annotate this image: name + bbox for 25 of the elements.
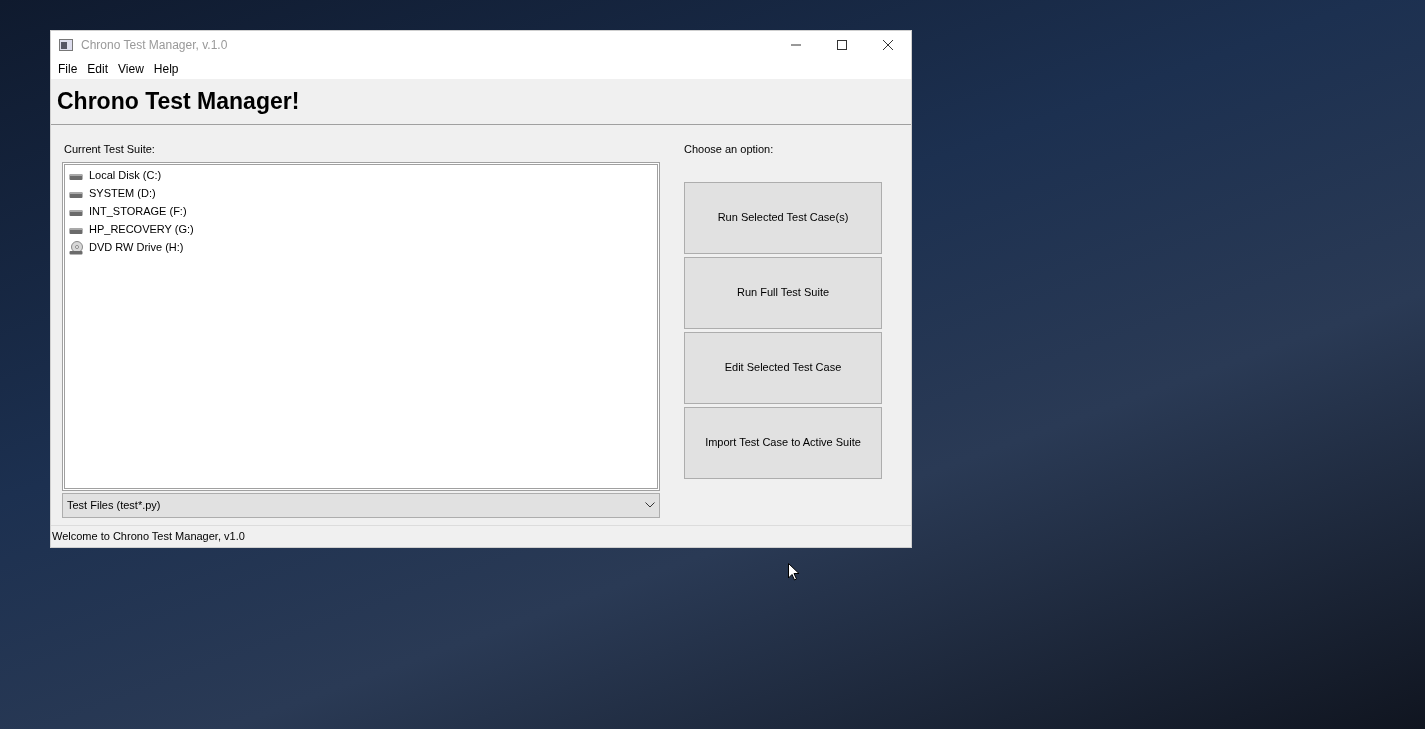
drive-item[interactable]: INT_STORAGE (F:) xyxy=(67,202,655,221)
suite-label: Current Test Suite: xyxy=(63,142,156,157)
close-icon xyxy=(883,40,893,50)
drive-item[interactable]: DVD RW Drive (H:) xyxy=(67,238,655,257)
status-text: Welcome to Chrono Test Manager, v1.0 xyxy=(52,529,245,545)
action-button[interactable]: Run Full Test Suite xyxy=(684,256,882,329)
action-button[interactable]: Edit Selected Test Case xyxy=(684,331,882,404)
disc-drive-icon xyxy=(69,240,83,255)
chevron-down-icon xyxy=(645,502,655,508)
maximize-icon xyxy=(837,40,847,50)
app-icon xyxy=(59,39,73,51)
menu-item[interactable]: Edit xyxy=(82,60,114,78)
file-type-dropdown[interactable]: Test Files (test*.py) xyxy=(62,492,660,518)
menu-item[interactable]: Help xyxy=(148,60,184,78)
drive-item[interactable]: HP_RECOVERY (G:) xyxy=(67,220,655,239)
action-button[interactable]: Import Test Case to Active Suite xyxy=(684,406,882,479)
action-button[interactable]: Run Selected Test Case(s) xyxy=(684,181,882,254)
mouse-cursor-icon xyxy=(788,563,800,581)
options-label: Choose an option: xyxy=(684,142,775,157)
menu-item[interactable]: File xyxy=(53,60,83,78)
app-heading: Chrono Test Manager! xyxy=(57,87,300,117)
drive-item[interactable]: SYSTEM (D:) xyxy=(67,184,655,203)
menu-item[interactable]: View xyxy=(113,60,149,78)
window-title: Chrono Test Manager, v.1.0 xyxy=(81,37,228,54)
drive-item[interactable]: Local Disk (C:) xyxy=(67,166,655,185)
